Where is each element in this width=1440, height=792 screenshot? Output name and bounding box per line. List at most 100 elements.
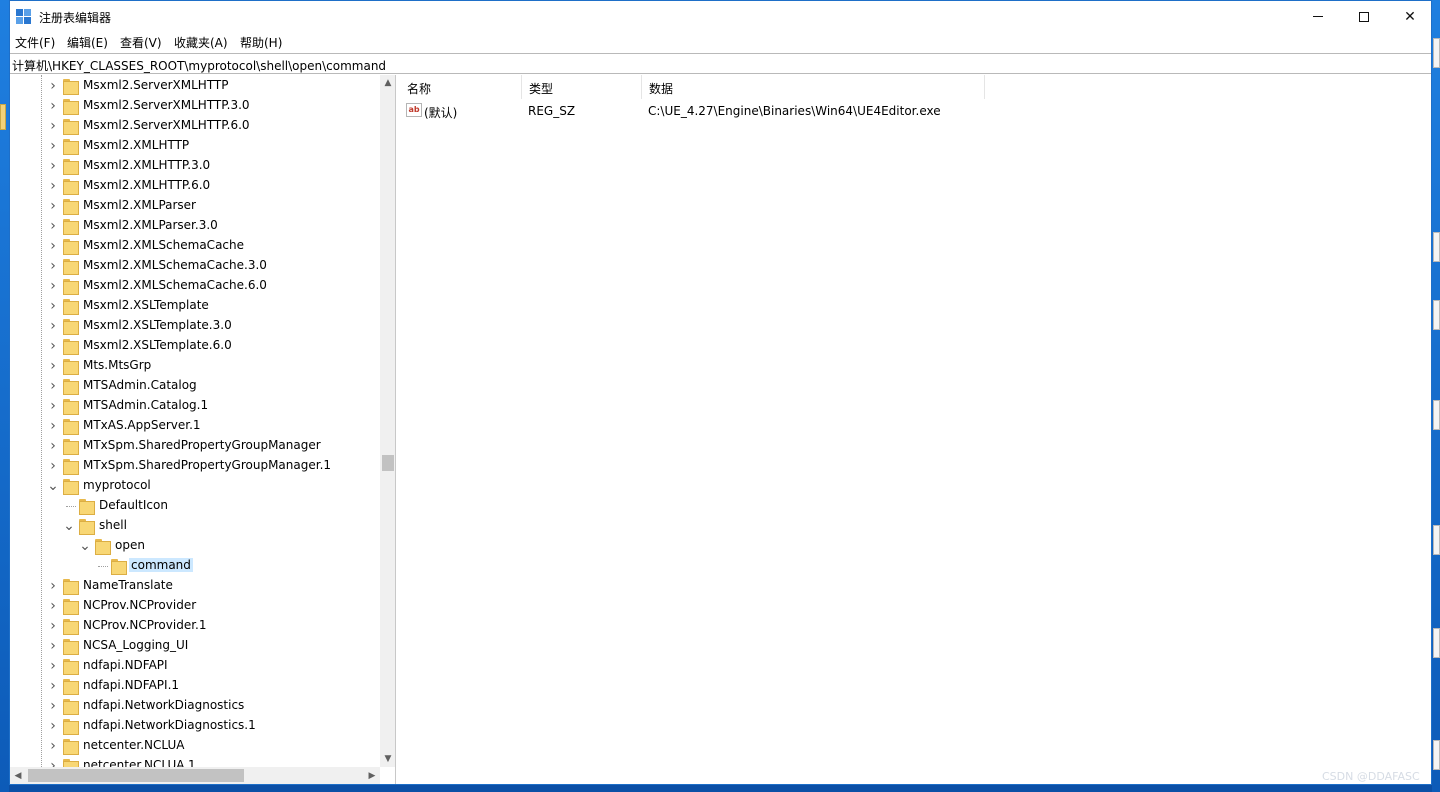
tree-item[interactable]: › ndfapi.NetworkDiagnostics.1 bbox=[10, 716, 380, 736]
scroll-right-icon[interactable]: ▶ bbox=[364, 767, 380, 784]
chevron-right-icon[interactable]: › bbox=[46, 258, 60, 274]
chevron-right-icon[interactable]: › bbox=[46, 698, 60, 714]
desktop-icon[interactable] bbox=[1433, 400, 1440, 430]
chevron-right-icon[interactable]: › bbox=[46, 178, 60, 194]
menu-favorites[interactable]: 收藏夹(A) bbox=[174, 34, 228, 51]
tree-item[interactable]: › Msxml2.XMLHTTP.3.0 bbox=[10, 156, 380, 176]
tree-item[interactable]: › Msxml2.XMLParser.3.0 bbox=[10, 216, 380, 236]
tree-item[interactable]: ⌄ myprotocol bbox=[10, 476, 380, 496]
scroll-left-icon[interactable]: ◀ bbox=[10, 767, 26, 784]
desktop-icon[interactable] bbox=[1433, 300, 1440, 330]
tree-item[interactable]: › Msxml2.ServerXMLHTTP.3.0 bbox=[10, 96, 380, 116]
tree-item[interactable]: › MTxSpm.SharedPropertyGroupManager.1 bbox=[10, 456, 380, 476]
column-header-data[interactable]: 数据 bbox=[642, 75, 985, 99]
tree-item[interactable]: › NCProv.NCProvider bbox=[10, 596, 380, 616]
tree-item[interactable]: ⌄ open bbox=[10, 536, 380, 556]
title-bar[interactable]: 注册表编辑器 ✕ bbox=[10, 1, 1431, 32]
tree-item[interactable]: › NameTranslate bbox=[10, 576, 380, 596]
tree-item[interactable]: › ndfapi.NetworkDiagnostics bbox=[10, 696, 380, 716]
tree-item[interactable]: › netcenter.NCLUA bbox=[10, 736, 380, 756]
desktop-icon[interactable] bbox=[1433, 525, 1440, 555]
address-bar[interactable]: 计算机\HKEY_CLASSES_ROOT\myprotocol\shell\o… bbox=[10, 53, 1431, 74]
scroll-down-icon[interactable]: ▼ bbox=[380, 751, 395, 767]
tree-item[interactable]: › Msxml2.XMLSchemaCache bbox=[10, 236, 380, 256]
desktop-icon[interactable] bbox=[1433, 232, 1440, 262]
tree-item[interactable]: › Msxml2.XMLSchemaCache.3.0 bbox=[10, 256, 380, 276]
tree-item[interactable]: › Mts.MtsGrp bbox=[10, 356, 380, 376]
menu-help[interactable]: 帮助(H) bbox=[240, 34, 282, 51]
minimize-button[interactable] bbox=[1295, 1, 1341, 32]
tree-item[interactable]: › MTxAS.AppServer.1 bbox=[10, 416, 380, 436]
tree-item[interactable]: › NCProv.NCProvider.1 bbox=[10, 616, 380, 636]
tree-item[interactable]: › Msxml2.ServerXMLHTTP.6.0 bbox=[10, 116, 380, 136]
chevron-right-icon[interactable]: › bbox=[46, 718, 60, 734]
tree-horizontal-scrollbar[interactable]: ◀ ▶ bbox=[10, 767, 380, 784]
scroll-up-icon[interactable]: ▲ bbox=[380, 75, 395, 91]
tree-item[interactable]: › ndfapi.NDFAPI bbox=[10, 656, 380, 676]
chevron-right-icon[interactable]: › bbox=[46, 598, 60, 614]
chevron-right-icon[interactable]: › bbox=[46, 658, 60, 674]
close-button[interactable]: ✕ bbox=[1387, 1, 1433, 32]
tree-item[interactable]: › Msxml2.XMLHTTP.6.0 bbox=[10, 176, 380, 196]
chevron-down-icon[interactable]: ⌄ bbox=[46, 478, 60, 494]
chevron-right-icon[interactable]: › bbox=[46, 218, 60, 234]
tree-item[interactable]: › Msxml2.XSLTemplate.6.0 bbox=[10, 336, 380, 356]
tree-item[interactable]: command bbox=[10, 556, 380, 576]
chevron-right-icon[interactable]: › bbox=[46, 578, 60, 594]
menu-view[interactable]: 查看(V) bbox=[120, 34, 162, 51]
desktop-icon[interactable] bbox=[1433, 628, 1440, 658]
tree-item[interactable]: › Msxml2.XSLTemplate.3.0 bbox=[10, 316, 380, 336]
chevron-right-icon[interactable]: › bbox=[46, 358, 60, 374]
chevron-right-icon[interactable]: › bbox=[46, 278, 60, 294]
chevron-right-icon[interactable]: › bbox=[46, 618, 60, 634]
chevron-right-icon[interactable]: › bbox=[46, 238, 60, 254]
column-header-type[interactable]: 类型 bbox=[522, 75, 642, 99]
desktop-icon[interactable] bbox=[1433, 740, 1440, 770]
chevron-down-icon[interactable]: ⌄ bbox=[62, 518, 76, 534]
chevron-right-icon[interactable]: › bbox=[46, 638, 60, 654]
chevron-right-icon[interactable]: › bbox=[46, 98, 60, 114]
tree-item[interactable]: › Msxml2.XSLTemplate bbox=[10, 296, 380, 316]
tree-item[interactable]: › MTxSpm.SharedPropertyGroupManager bbox=[10, 436, 380, 456]
chevron-right-icon[interactable]: › bbox=[46, 298, 60, 314]
chevron-right-icon[interactable]: › bbox=[46, 338, 60, 354]
chevron-right-icon[interactable]: › bbox=[46, 158, 60, 174]
chevron-right-icon[interactable]: › bbox=[46, 438, 60, 454]
desktop-icon-folder[interactable] bbox=[0, 104, 6, 130]
maximize-button[interactable] bbox=[1341, 1, 1387, 32]
tree-item[interactable]: ⌄ shell bbox=[10, 516, 380, 536]
chevron-right-icon[interactable]: › bbox=[46, 458, 60, 474]
chevron-right-icon[interactable]: › bbox=[46, 138, 60, 154]
chevron-right-icon[interactable]: › bbox=[46, 78, 60, 94]
value-row[interactable]: ab (默认) REG_SZ C:\UE_4.27\Engine\Binarie… bbox=[400, 101, 1400, 121]
chevron-right-icon[interactable]: › bbox=[46, 118, 60, 134]
chevron-right-icon[interactable]: › bbox=[46, 198, 60, 214]
chevron-down-icon[interactable]: ⌄ bbox=[78, 538, 92, 554]
scroll-thumb[interactable] bbox=[28, 769, 244, 782]
scroll-thumb[interactable] bbox=[382, 455, 394, 471]
tree-item[interactable]: › Msxml2.XMLSchemaCache.6.0 bbox=[10, 276, 380, 296]
tree-item[interactable]: › Msxml2.ServerXMLHTTP bbox=[10, 76, 380, 96]
tree-item[interactable]: › Msxml2.XMLParser bbox=[10, 196, 380, 216]
chevron-right-icon[interactable]: › bbox=[46, 378, 60, 394]
tree-item[interactable]: DefaultIcon bbox=[10, 496, 380, 516]
tree-vertical-scrollbar[interactable]: ▲ ▼ bbox=[380, 75, 395, 767]
menu-edit[interactable]: 编辑(E) bbox=[67, 34, 108, 51]
tree-item[interactable]: › MTSAdmin.Catalog bbox=[10, 376, 380, 396]
desktop-icon[interactable] bbox=[1433, 38, 1440, 68]
tree-item[interactable]: › Msxml2.XMLHTTP bbox=[10, 136, 380, 156]
tree-item[interactable]: › NCSA_Logging_UI bbox=[10, 636, 380, 656]
chevron-right-icon[interactable]: › bbox=[46, 758, 60, 767]
chevron-right-icon[interactable]: › bbox=[46, 738, 60, 754]
chevron-right-icon[interactable]: › bbox=[46, 398, 60, 414]
chevron-right-icon[interactable]: › bbox=[46, 678, 60, 694]
column-header-name[interactable]: 名称 bbox=[400, 75, 522, 99]
tree-item[interactable]: › netcenter.NCLUA.1 bbox=[10, 756, 380, 767]
chevron-right-icon[interactable]: › bbox=[46, 318, 60, 334]
tree-item[interactable]: › MTSAdmin.Catalog.1 bbox=[10, 396, 380, 416]
menu-file[interactable]: 文件(F) bbox=[15, 34, 55, 51]
minimize-icon bbox=[1313, 16, 1323, 17]
tree-item[interactable]: › ndfapi.NDFAPI.1 bbox=[10, 676, 380, 696]
address-path[interactable]: 计算机\HKEY_CLASSES_ROOT\myprotocol\shell\o… bbox=[12, 57, 386, 74]
chevron-right-icon[interactable]: › bbox=[46, 418, 60, 434]
